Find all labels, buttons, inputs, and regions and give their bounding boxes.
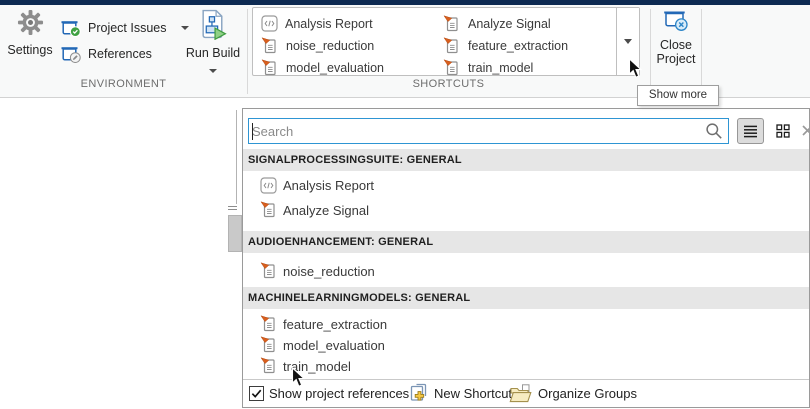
panel-item-label: Analysis Report (283, 178, 374, 193)
shortcut-flag-icon (260, 357, 278, 375)
shortcut-flag-icon (443, 59, 461, 77)
panel-item-analyze-signal[interactable]: Analyze Signal (243, 198, 809, 222)
mouse-cursor (628, 58, 643, 79)
gallery-item-feature-extraction[interactable]: feature_extraction (443, 35, 568, 56)
grid-view-icon (776, 124, 790, 138)
shortcut-flag-icon (261, 59, 279, 77)
background-scrollbar-thumb[interactable] (228, 215, 242, 252)
gallery-item-analyze-signal[interactable]: Analyze Signal (443, 13, 551, 34)
splitter-handle-icon (228, 206, 237, 207)
group-header: MACHINELEARNINGMODELS: GENERAL (243, 287, 809, 309)
background-scrollbar-track (236, 110, 237, 204)
gallery-item-label: feature_extraction (468, 39, 568, 53)
close-project-icon (662, 7, 690, 33)
environment-section-label: ENVIRONMENT (0, 77, 247, 92)
run-build-label: Run Build (184, 46, 242, 60)
panel-item-label: feature_extraction (283, 317, 387, 332)
mouse-cursor (291, 367, 306, 388)
run-build-icon (200, 9, 227, 40)
close-project-label-1: Close (651, 38, 701, 52)
gallery-item-noise-reduction[interactable]: noise_reduction (261, 35, 374, 56)
references-button[interactable]: References (60, 43, 152, 65)
gallery-item-model-evaluation[interactable]: model_evaluation (261, 57, 384, 78)
list-view-button[interactable] (737, 118, 764, 144)
show-project-references-label[interactable]: Show project references (269, 386, 409, 401)
shortcut-flag-icon (260, 262, 278, 280)
panel-item-analysis-report[interactable]: Analysis Report (243, 173, 809, 197)
organize-groups-button[interactable]: Organize Groups (538, 386, 637, 401)
panel-item-label: model_evaluation (283, 338, 385, 353)
group-header: AUDIOENHANCEMENT: GENERAL (243, 231, 809, 253)
ribbon-divider (701, 9, 702, 94)
search-input[interactable] (249, 119, 705, 143)
gallery-item-label: noise_reduction (286, 39, 374, 53)
splitter-handle-icon (228, 209, 237, 210)
panel-close-button[interactable] (799, 122, 810, 138)
show-project-references-checkbox[interactable] (249, 386, 264, 401)
gallery-item-label: Analyze Signal (468, 17, 551, 31)
project-issues-button[interactable]: Project Issues (60, 17, 189, 39)
settings-label: Settings (4, 43, 56, 57)
gallery-item-label: model_evaluation (286, 61, 384, 75)
search-icon (705, 122, 723, 140)
report-icon (261, 15, 278, 32)
group-header: SIGNALPROCESSINGSUITE: GENERAL (243, 149, 809, 171)
organize-groups-icon (509, 384, 532, 403)
list-view-icon (743, 125, 758, 138)
shortcut-flag-icon (260, 336, 278, 354)
shortcut-flag-icon (443, 15, 461, 33)
shortcuts-popup-panel: SIGNALPROCESSINGSUITE: GENERAL Analysis … (242, 108, 810, 408)
gallery-item-label: Analysis Report (285, 17, 373, 31)
text-caret (252, 123, 253, 140)
project-edit-icon (60, 44, 82, 64)
shortcut-flag-icon (443, 37, 461, 55)
footer-divider (243, 379, 809, 380)
shortcut-flag-icon (260, 201, 278, 219)
close-icon (802, 125, 810, 136)
panel-item-noise-reduction[interactable]: noise_reduction (243, 259, 809, 283)
panel-item-label: Analyze Signal (283, 203, 369, 218)
panel-item-label: noise_reduction (283, 264, 375, 279)
grid-view-button[interactable] (770, 118, 796, 144)
new-shortcut-icon (409, 383, 430, 403)
project-issues-label: Project Issues (88, 21, 167, 35)
gallery-item-label: train_model (468, 61, 533, 75)
gallery-item-analysis-report[interactable]: Analysis Report (261, 13, 373, 34)
settings-button[interactable]: Settings (4, 9, 56, 71)
gear-icon (17, 9, 44, 36)
close-project-button[interactable]: Close Project (651, 7, 701, 77)
project-check-icon (60, 18, 82, 38)
run-build-button[interactable]: Run Build (184, 9, 242, 75)
shortcut-flag-icon (261, 37, 279, 55)
gallery-item-train-model[interactable]: train_model (443, 57, 533, 78)
shortcuts-gallery: Analysis Report noise_reduction model_ev… (252, 7, 640, 76)
search-box (248, 118, 729, 144)
references-label: References (88, 47, 152, 61)
chevron-down-icon (624, 39, 632, 44)
checkmark-icon (251, 388, 262, 399)
run-build-dropdown-icon[interactable] (209, 69, 217, 73)
show-more-tooltip: Show more (637, 85, 719, 106)
shortcut-flag-icon (260, 315, 278, 333)
close-project-label-2: Project (651, 52, 701, 66)
shortcuts-section-label: SHORTCUTS (247, 77, 650, 92)
report-icon (260, 177, 277, 194)
panel-item-train-model[interactable]: train_model (243, 354, 809, 378)
new-shortcut-button[interactable]: New Shortcut (434, 386, 512, 401)
